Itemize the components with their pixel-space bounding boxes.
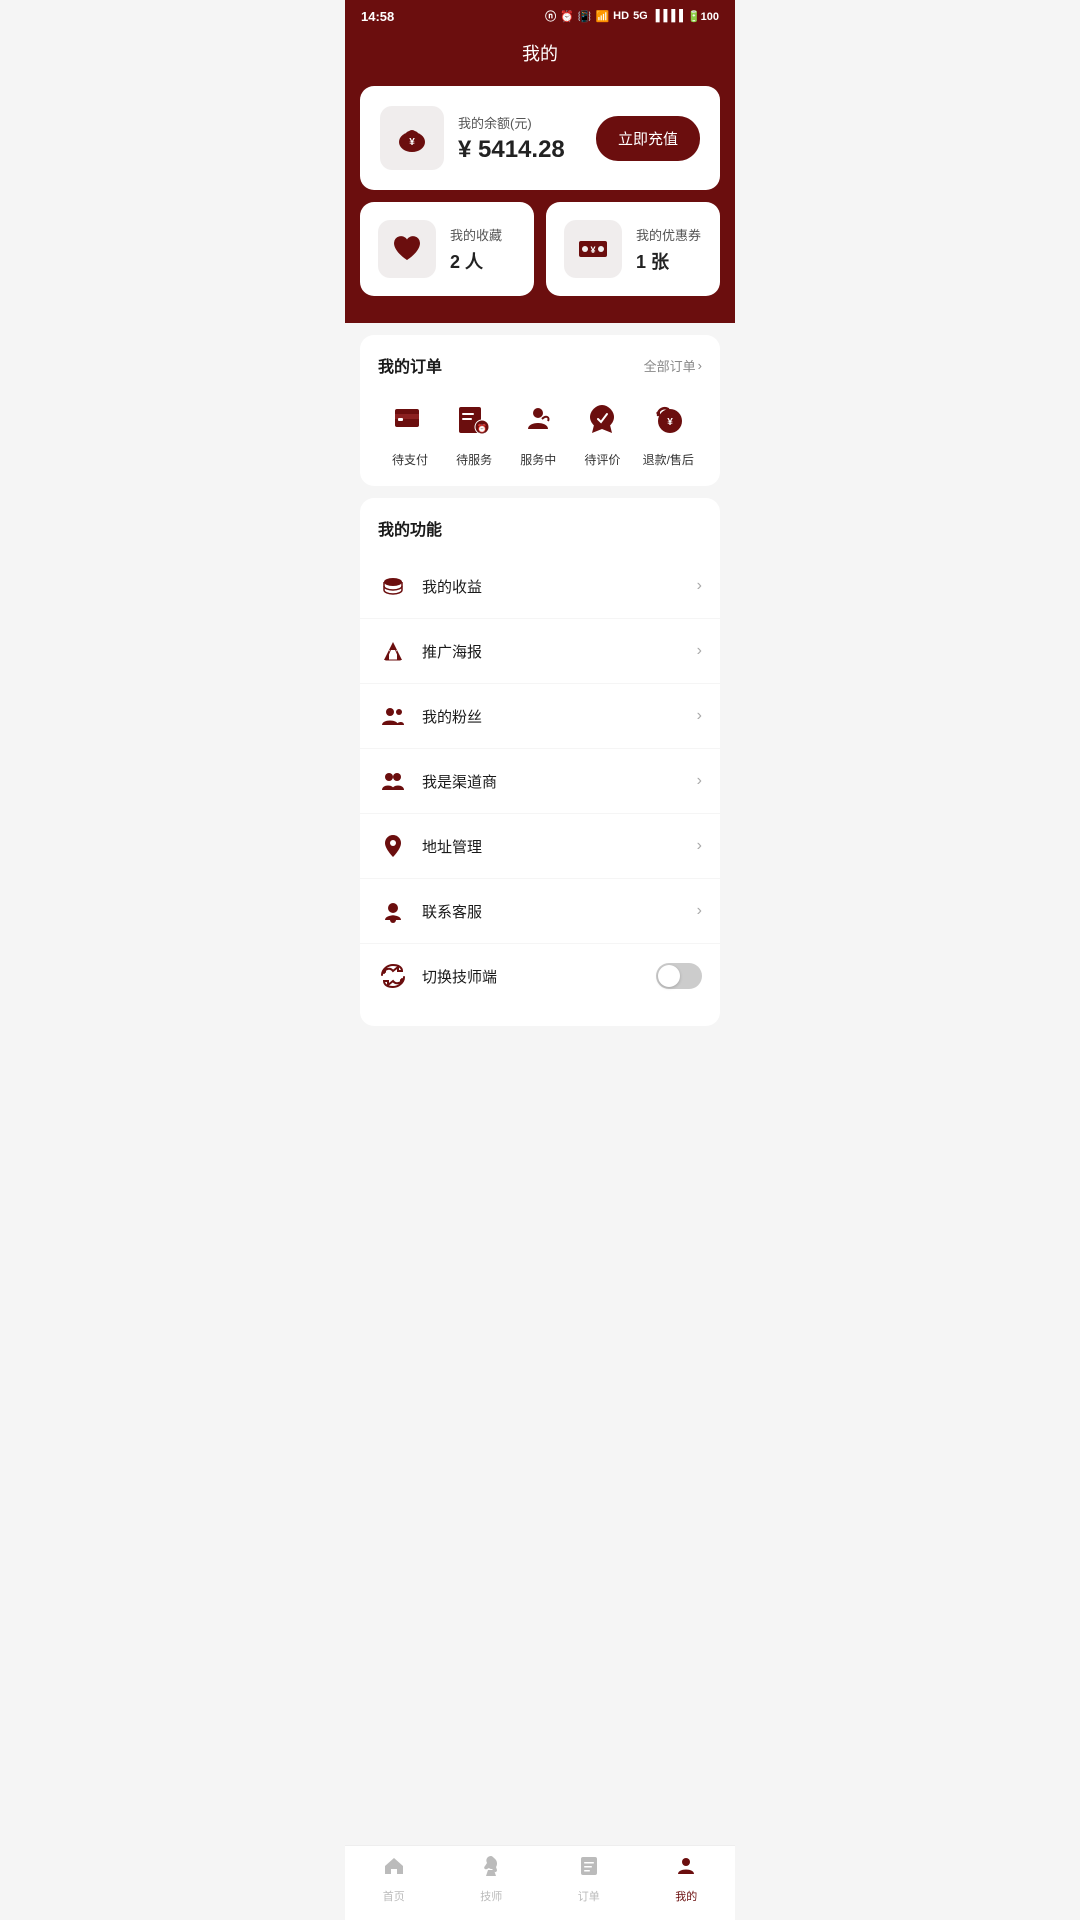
balance-left: ¥ 我的余额(元) ¥ 5414.28: [380, 106, 565, 170]
balance-card: ¥ 我的余额(元) ¥ 5414.28 立即充值: [360, 86, 720, 190]
favorites-label: 我的收藏: [450, 225, 502, 244]
nav-technician[interactable]: 技师: [443, 1854, 541, 1904]
address-chevron: ›: [697, 837, 702, 855]
channel-icon: [378, 766, 408, 796]
page-header: 我的: [345, 30, 735, 86]
svg-text:¥: ¥: [409, 137, 415, 148]
channel-chevron: ›: [697, 772, 702, 790]
fans-icon: [378, 701, 408, 731]
stats-row: 我的收藏 2 人 ¥ 我的优惠券 1 张: [360, 202, 720, 296]
fans-chevron: ›: [697, 707, 702, 725]
favorites-icon: [378, 220, 436, 278]
nav-mine-label: 我的: [675, 1888, 697, 1904]
pending-review-label: 待评价: [584, 451, 620, 468]
toggle-knob: [658, 965, 680, 987]
nav-mine[interactable]: 我的: [638, 1854, 736, 1904]
svg-text:¥: ¥: [590, 245, 595, 255]
pending-service-icon: ⏰: [450, 395, 498, 443]
nav-order-label: 订单: [578, 1888, 600, 1904]
refund-icon: ¥: [644, 395, 692, 443]
support-chevron: ›: [697, 902, 702, 920]
functions-section: 我的功能 我的收益 ›: [360, 498, 720, 1026]
main-content: 我的订单 全部订单 › 待支付: [345, 323, 735, 1050]
nav-order[interactable]: 订单: [540, 1854, 638, 1904]
switch-tech-toggle[interactable]: [656, 963, 702, 989]
functions-title: 我的功能: [360, 516, 720, 554]
poster-icon: [378, 636, 408, 666]
svg-text:¥: ¥: [667, 417, 673, 428]
address-label: 地址管理: [422, 836, 482, 857]
nav-home[interactable]: 首页: [345, 1854, 443, 1904]
order-in-service[interactable]: 服务中: [514, 395, 562, 468]
coupons-value: 1 张: [636, 248, 701, 274]
coupons-label: 我的优惠券: [636, 225, 701, 244]
poster-chevron: ›: [697, 642, 702, 660]
earnings-label: 我的收益: [422, 576, 482, 597]
func-earnings[interactable]: 我的收益 ›: [360, 554, 720, 619]
refund-label: 退款/售后: [643, 451, 694, 468]
favorites-card[interactable]: 我的收藏 2 人: [360, 202, 534, 296]
switch-tech-label: 切换技师端: [422, 966, 497, 987]
balance-label: 我的余额(元): [458, 113, 565, 132]
earnings-chevron: ›: [697, 577, 702, 595]
orders-all-link[interactable]: 全部订单 ›: [644, 356, 702, 375]
in-service-icon: [514, 395, 562, 443]
order-refund[interactable]: ¥ 退款/售后: [643, 395, 694, 468]
func-support[interactable]: 联系客服 ›: [360, 879, 720, 944]
orders-header: 我的订单 全部订单 ›: [378, 353, 702, 377]
func-address[interactable]: 地址管理 ›: [360, 814, 720, 879]
page-title: 我的: [522, 44, 558, 64]
recharge-button[interactable]: 立即充值: [596, 116, 700, 161]
coupons-info: 我的优惠券 1 张: [636, 225, 701, 274]
pending-service-label: 待服务: [456, 451, 492, 468]
address-icon: [378, 831, 408, 861]
order-icons-row: 待支付 ⏰ 待服务: [378, 395, 702, 468]
order-pending-service[interactable]: ⏰ 待服务: [450, 395, 498, 468]
nav-technician-label: 技师: [480, 1888, 502, 1904]
pending-pay-label: 待支付: [392, 451, 428, 468]
nav-home-label: 首页: [383, 1888, 405, 1904]
func-poster[interactable]: 推广海报 ›: [360, 619, 720, 684]
bottom-nav: 首页 技师 订单 我的: [345, 1845, 735, 1920]
order-icon: [577, 1854, 601, 1884]
coupons-icon: ¥: [564, 220, 622, 278]
pending-pay-icon: [386, 395, 434, 443]
coupons-card[interactable]: ¥ 我的优惠券 1 张: [546, 202, 720, 296]
support-icon: [378, 896, 408, 926]
favorites-value: 2 人: [450, 248, 502, 274]
orders-section: 我的订单 全部订单 › 待支付: [360, 335, 720, 486]
status-time: 14:58: [361, 9, 394, 24]
home-icon: [382, 1854, 406, 1884]
poster-label: 推广海报: [422, 641, 482, 662]
func-fans[interactable]: 我的粉丝 ›: [360, 684, 720, 749]
top-section: ¥ 我的余额(元) ¥ 5414.28 立即充值 我的收藏 2 人: [345, 86, 735, 323]
func-switch-tech[interactable]: 切换技师端: [360, 944, 720, 1008]
svg-text:⏰: ⏰: [477, 423, 487, 433]
balance-icon: ¥: [380, 106, 444, 170]
order-pending-review[interactable]: 待评价: [578, 395, 626, 468]
technician-icon: [479, 1854, 503, 1884]
switch-tech-icon: [378, 961, 408, 991]
mine-icon: [674, 1854, 698, 1884]
func-channel[interactable]: 我是渠道商 ›: [360, 749, 720, 814]
in-service-label: 服务中: [520, 451, 556, 468]
balance-amount: ¥ 5414.28: [458, 136, 565, 164]
status-bar: 14:58 ⓝ ⏰ 📳 📶 HD 5G ▐▐▐▐ 🔋100: [345, 0, 735, 30]
orders-title: 我的订单: [378, 353, 442, 377]
status-icons: ⓝ ⏰ 📳 📶 HD 5G ▐▐▐▐ 🔋100: [545, 8, 719, 24]
order-pending-pay[interactable]: 待支付: [386, 395, 434, 468]
support-label: 联系客服: [422, 901, 482, 922]
pending-review-icon: [578, 395, 626, 443]
earnings-icon: [378, 571, 408, 601]
balance-info: 我的余额(元) ¥ 5414.28: [458, 113, 565, 164]
channel-label: 我是渠道商: [422, 771, 497, 792]
fans-label: 我的粉丝: [422, 706, 482, 727]
favorites-info: 我的收藏 2 人: [450, 225, 502, 274]
